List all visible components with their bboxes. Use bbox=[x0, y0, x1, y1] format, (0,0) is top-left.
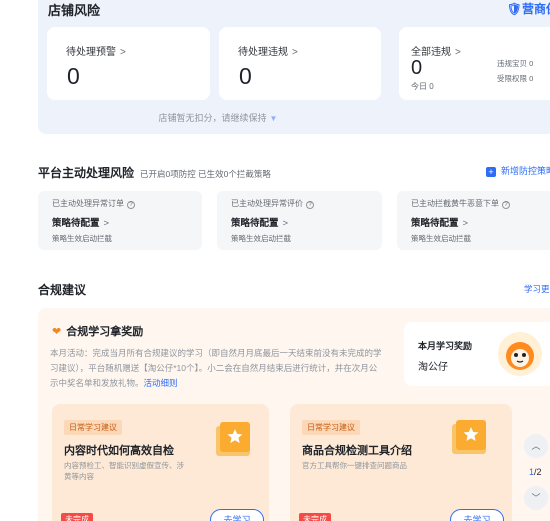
pager-down-button[interactable]: ﹀ bbox=[524, 486, 548, 510]
platform-risk-subtitle: 已开启0项防控 已生效0个拦截策略 bbox=[140, 169, 271, 179]
pending-violation-label: 待处理违规 bbox=[238, 47, 288, 58]
chevron-right-icon: > bbox=[455, 47, 461, 58]
compliance-panel: ❤ 合规学习拿奖励 本月活动：完成当月所有合规建议的学习（即自然月月底最后一天结束… bbox=[38, 308, 550, 521]
start-learning-button[interactable]: 去学习 bbox=[210, 509, 264, 521]
strategy-status: 策略待配置 bbox=[52, 218, 100, 229]
pending-warning-card[interactable]: 待处理预警 > 0 bbox=[47, 27, 210, 100]
strategy-card-scalpers[interactable]: 已主动拦截黄牛恶意下单? 策略待配置 > 策略生效启动拦截 bbox=[397, 191, 550, 250]
pager-up-button[interactable]: ︿ bbox=[524, 434, 548, 458]
strategy-card-reviews[interactable]: 已主动处理异常评价? 策略待配置 > 策略生效启动拦截 bbox=[217, 191, 382, 250]
learn-more-link[interactable]: 学习更多 bbox=[524, 283, 550, 295]
pending-violation-count: 0 bbox=[239, 63, 252, 89]
strategy-card-orders[interactable]: 已主动处理异常订单? 策略待配置 > 策略生效启动拦截 bbox=[38, 191, 202, 250]
strategy-desc: 策略生效启动拦截 bbox=[52, 234, 112, 243]
chevron-right-icon: > bbox=[103, 218, 110, 229]
start-learning-button[interactable]: 去学习 bbox=[450, 509, 504, 521]
lesson-desc: 官方工具帮你一键排查问题商品 bbox=[302, 461, 407, 470]
plus-icon: + bbox=[486, 167, 496, 177]
logo-text: 营商保 bbox=[521, 2, 550, 16]
book-star-icon bbox=[448, 418, 492, 458]
lesson-tag: 日常学习建议 bbox=[302, 420, 360, 435]
violation-item-stat: 违规宝贝 0 bbox=[497, 59, 534, 68]
help-icon[interactable]: ? bbox=[127, 201, 135, 209]
lesson-title: 内容时代如何高效自检 bbox=[64, 445, 174, 457]
lesson-card-content-selfcheck[interactable]: 日常学习建议 内容时代如何高效自检 内容预检工、智能识别虚假宣传、涉黄等内容 未… bbox=[52, 404, 269, 521]
lesson-tag: 日常学习建议 bbox=[64, 420, 122, 435]
yingshangbao-logo[interactable]: 🛡营商保 bbox=[507, 0, 550, 17]
prize-label: 本月学习奖励 bbox=[418, 341, 473, 351]
restricted-permission-stat: 受限权限 0 bbox=[497, 74, 534, 83]
reward-description: 本月活动：完成当月所有合规建议的学习（即自然月月底最后一天结束前没有未完成的学习… bbox=[50, 348, 382, 388]
shield-icon: 🛡 bbox=[506, 2, 522, 16]
compliance-title: 合规建议 bbox=[38, 283, 87, 297]
all-violation-card[interactable]: 全部违规 > 0 今日 0 违规宝贝 0 受限权限 0 bbox=[399, 27, 550, 100]
store-risk-title: 店铺风险 bbox=[48, 3, 101, 18]
chevron-right-icon: > bbox=[282, 218, 289, 229]
pager-indicator: 1/2 bbox=[529, 467, 542, 477]
platform-risk-header: 平台主动处理风险 已开启0项防控 已生效0个拦截策略 bbox=[38, 164, 271, 182]
lesson-desc: 内容预检工、智能识别虚假宣传、涉黄等内容 bbox=[64, 461, 184, 481]
reward-heading: ❤ 合规学习拿奖励 bbox=[52, 326, 144, 338]
store-risk-footer[interactable]: 店铺暂无扣分，请继续保持 ▼ bbox=[38, 111, 550, 124]
chevron-right-icon: > bbox=[292, 47, 298, 58]
rules-link[interactable]: 活动细则 bbox=[144, 378, 178, 388]
book-star-icon bbox=[212, 420, 256, 460]
lesson-card-detection-tool[interactable]: 日常学习建议 商品合规检测工具介绍 官方工具帮你一键排查问题商品 未完成 去学习 bbox=[290, 404, 512, 521]
prize-value: 淘公仔 bbox=[418, 362, 448, 373]
caret-down-icon: ▼ bbox=[269, 114, 278, 123]
all-violation-count: 0 bbox=[411, 57, 423, 79]
strategy-status: 策略待配置 bbox=[411, 218, 459, 229]
pending-warning-count: 0 bbox=[67, 63, 80, 89]
add-strategy-button[interactable]: + 新增防控策略 bbox=[486, 164, 550, 177]
mascot-icon bbox=[498, 332, 542, 376]
platform-risk-title: 平台主动处理风险 bbox=[38, 166, 135, 180]
heart-icon: ❤ bbox=[52, 326, 62, 338]
lesson-status-badge: 未完成 bbox=[61, 513, 93, 521]
strategy-status: 策略待配置 bbox=[231, 218, 279, 229]
strategy-name: 已主动处理异常评价 bbox=[231, 199, 303, 208]
pending-warning-label: 待处理预警 bbox=[66, 47, 116, 58]
chevron-right-icon: > bbox=[462, 218, 469, 229]
chevron-right-icon: > bbox=[120, 47, 126, 58]
lesson-status-badge: 未完成 bbox=[299, 513, 331, 521]
pending-violation-card[interactable]: 待处理违规 > 0 bbox=[219, 27, 381, 100]
help-icon[interactable]: ? bbox=[306, 201, 314, 209]
strategy-desc: 策略生效启动拦截 bbox=[231, 234, 291, 243]
store-risk-panel: 店铺风险 🛡营商保 待处理预警 > 0 待处理违规 > 0 全部违规> 0 今日 0… bbox=[38, 0, 550, 134]
strategy-name: 已主动拦截黄牛恶意下单 bbox=[411, 199, 499, 208]
lesson-title: 商品合规检测工具介绍 bbox=[302, 445, 412, 457]
help-icon[interactable]: ? bbox=[502, 201, 510, 209]
monthly-prize-card: 本月学习奖励 淘公仔 bbox=[404, 322, 550, 386]
strategy-desc: 策略生效启动拦截 bbox=[411, 234, 471, 243]
today-violation-count: 今日 0 bbox=[411, 82, 434, 91]
strategy-name: 已主动处理异常订单 bbox=[52, 199, 124, 208]
